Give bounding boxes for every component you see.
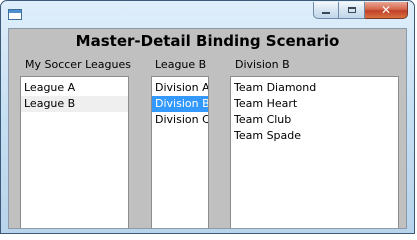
list-item-division-c[interactable]: Division C [152, 112, 208, 128]
minimize-button[interactable] [313, 2, 339, 19]
list-item-team-heart[interactable]: Team Heart [231, 96, 398, 112]
title-bar[interactable]: ✕ [1, 1, 414, 27]
maximize-icon [347, 7, 356, 13]
minimize-icon [322, 11, 330, 14]
teams-label: Division B [235, 58, 290, 71]
app-window-icon[interactable] [8, 9, 22, 20]
leagues-listbox[interactable]: League A League B [20, 76, 129, 228]
page-title: Master-Detail Binding Scenario [75, 32, 340, 50]
list-item-division-b[interactable]: Division B [152, 96, 208, 112]
caption-buttons: ✕ [313, 2, 408, 19]
list-item-league-b[interactable]: League B [21, 96, 128, 112]
list-item-team-spade[interactable]: Team Spade [231, 128, 398, 144]
application-window: ✕ Master-Detail Binding Scenario My Socc… [0, 0, 415, 234]
leagues-label: My Soccer Leagues [25, 58, 131, 71]
close-button[interactable]: ✕ [365, 2, 408, 19]
close-icon: ✕ [380, 3, 392, 17]
list-item-team-club[interactable]: Team Club [231, 112, 398, 128]
list-item-league-a[interactable]: League A [21, 80, 128, 96]
maximize-button[interactable] [339, 2, 365, 19]
divisions-listbox[interactable]: Division A Division B Division C [151, 76, 209, 228]
list-item-team-diamond[interactable]: Team Diamond [231, 80, 398, 96]
client-area: Master-Detail Binding Scenario My Soccer… [8, 28, 407, 229]
list-item-division-a[interactable]: Division A [152, 80, 208, 96]
teams-listbox[interactable]: Team Diamond Team Heart Team Club Team S… [230, 76, 399, 228]
divisions-label: League B [155, 58, 207, 71]
